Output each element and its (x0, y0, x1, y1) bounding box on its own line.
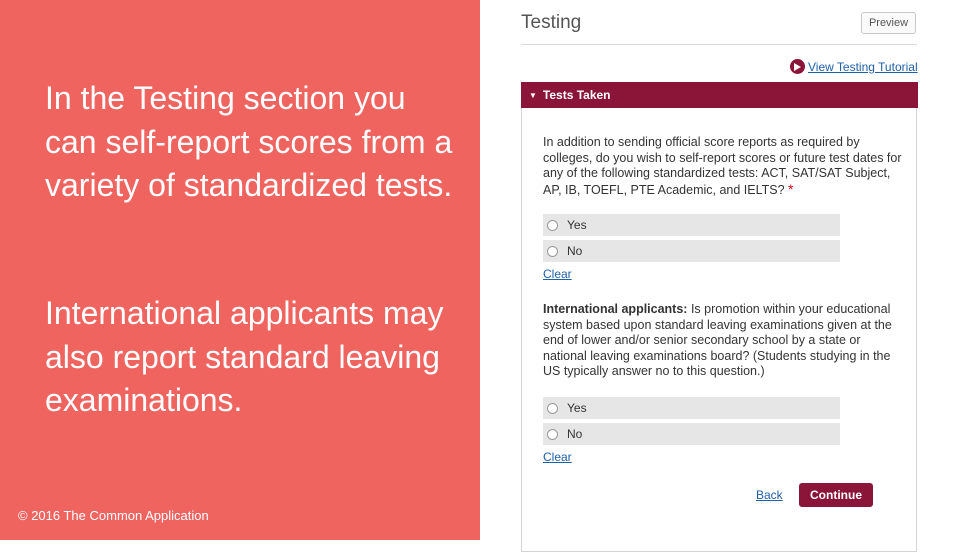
option-label: Yes (567, 218, 587, 232)
title-divider (521, 44, 917, 45)
radio-button[interactable] (547, 245, 558, 257)
view-testing-tutorial-link[interactable]: View Testing Tutorial (808, 60, 918, 74)
page-title: Testing (521, 12, 582, 33)
radio-button[interactable] (547, 402, 558, 414)
radio-button[interactable] (547, 219, 558, 231)
q1-option-yes[interactable]: Yes (543, 214, 840, 236)
question-international: International applicants: Is promotion w… (543, 302, 903, 380)
question-self-report: In addition to sending official score re… (543, 135, 903, 198)
tests-taken-header[interactable]: ▼ Tests Taken (521, 82, 918, 108)
section-header-label: Tests Taken (542, 88, 611, 102)
international-paragraph: International applicants may also report… (45, 295, 444, 418)
collapse-triangle-icon[interactable]: ▼ (529, 91, 537, 100)
option-label: No (567, 244, 583, 258)
back-link[interactable]: Back (756, 488, 783, 502)
q1-option-no[interactable]: No (543, 240, 840, 262)
intro-paragraph: In the Testing section you can self-repo… (45, 80, 453, 203)
question-1-text: In addition to sending official score re… (543, 135, 902, 197)
tutorial-link-group[interactable]: View Testing Tutorial (790, 59, 918, 74)
required-marker: * (788, 180, 794, 197)
q1-clear-link[interactable]: Clear (543, 267, 572, 281)
q2-clear-link[interactable]: Clear (543, 450, 572, 464)
copyright-text: © 2016 The Common Application (18, 508, 209, 523)
question-2-bold-prefix: International applicants: (543, 302, 688, 316)
preview-button[interactable]: Preview (861, 12, 916, 34)
q2-option-no[interactable]: No (543, 423, 840, 445)
option-label: No (567, 427, 583, 441)
q2-option-yes[interactable]: Yes (543, 397, 840, 419)
radio-button[interactable] (547, 428, 558, 440)
continue-button[interactable]: Continue (799, 483, 873, 507)
play-icon[interactable] (790, 59, 805, 74)
left-panel: In the Testing section you can self-repo… (0, 0, 480, 540)
option-label: Yes (567, 401, 587, 415)
